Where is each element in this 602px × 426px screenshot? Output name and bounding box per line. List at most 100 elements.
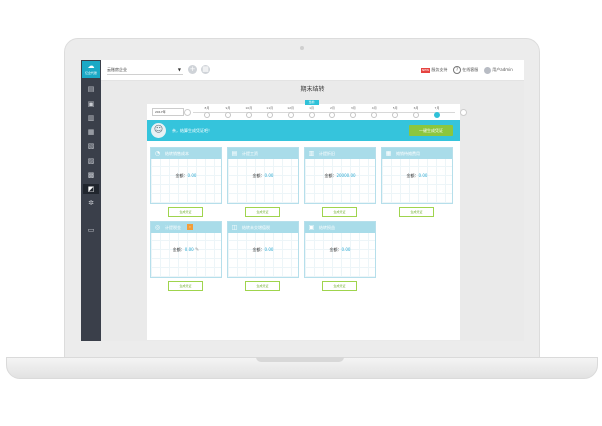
next-year-icon[interactable] bbox=[460, 109, 467, 116]
month-dot bbox=[266, 112, 273, 118]
voucher-icon[interactable]: ▣ bbox=[87, 101, 95, 108]
month-label: 12月 bbox=[287, 106, 295, 110]
card-title: 计提折旧 bbox=[319, 151, 335, 156]
card-title: 计提工资 bbox=[242, 151, 258, 156]
banner-message: 亲，结算生成凭证吧！ bbox=[172, 128, 212, 133]
carry-forward-card: ◫ 结转未交增值税金额：0.00 bbox=[227, 221, 299, 278]
online-help[interactable]: ? 在线客服 bbox=[453, 66, 478, 74]
month-label: 10月 bbox=[245, 106, 253, 110]
tax-icon: ◎ bbox=[154, 224, 161, 231]
month-5[interactable]: 12月 bbox=[281, 106, 301, 118]
month-12[interactable]: 7月 bbox=[427, 106, 447, 118]
generate-voucher-button[interactable]: 生成凭证 bbox=[168, 207, 203, 217]
depreciation-icon: ▥ bbox=[308, 150, 315, 157]
profit-loss-icon: ▣ bbox=[308, 224, 315, 231]
print-icon[interactable]: ▩ bbox=[87, 172, 95, 179]
carry-forward-card: ◎ 计提税金! 金额：0.00 ✎ bbox=[150, 221, 222, 278]
carry-forward-card: ▥ 计提折旧金额：20000.00 bbox=[304, 147, 376, 204]
month-dot bbox=[392, 112, 399, 118]
generate-voucher-button[interactable]: 生成凭证 bbox=[399, 207, 434, 217]
card-title: 结转销售成本 bbox=[165, 151, 189, 156]
user-menu[interactable]: 用户admin bbox=[484, 66, 513, 74]
chart-icon[interactable]: ▥ bbox=[87, 115, 95, 122]
company-select[interactable]: 云账房企业 ▼ bbox=[107, 66, 183, 75]
salary-icon: ▤ bbox=[231, 150, 238, 157]
generate-voucher-button[interactable]: 生成凭证 bbox=[322, 281, 357, 291]
carry-forward-card: ▦ 摊销待摊费用 金额：0.00 bbox=[381, 147, 453, 204]
app-logo[interactable]: ☁ 亿企代账 bbox=[82, 61, 100, 78]
card-amount: 金额：20000.00 bbox=[305, 172, 375, 180]
archive-icon[interactable]: ▭ bbox=[87, 227, 95, 234]
month-8[interactable]: 3月 bbox=[343, 106, 363, 118]
month-11[interactable]: 6月 bbox=[406, 106, 426, 118]
generate-voucher-button[interactable]: 生成凭证 bbox=[322, 207, 357, 217]
logo-text: 亿企代账 bbox=[84, 71, 97, 75]
main-content: 期末结转 2017年 8月 9月 10月 11月 12月 当前 1月 2月 3月 4月 5月 6月 7月… bbox=[101, 81, 524, 341]
generate-banner: ☺ 亲，结算生成凭证吧！ 一键生成凭证 bbox=[147, 120, 460, 141]
app-screen: ☁ 亿企代账 ▤ ▣ ▥ ▦ ▧ ▨ ▩ ◩ ✲ ▭ 云账房企业 ▼ + ▦ N… bbox=[81, 60, 524, 341]
amount-value[interactable]: 0.00 bbox=[265, 173, 274, 178]
month-dot bbox=[245, 112, 252, 118]
help-icon: ? bbox=[453, 66, 461, 74]
month-label: 9月 bbox=[225, 106, 231, 110]
month-4[interactable]: 11月 bbox=[260, 106, 280, 118]
laptop-notch bbox=[256, 357, 344, 362]
month-9[interactable]: 4月 bbox=[364, 106, 384, 118]
generate-voucher-button[interactable]: 生成凭证 bbox=[168, 281, 203, 291]
month-10[interactable]: 5月 bbox=[385, 106, 405, 118]
amount-value[interactable]: 0.00 bbox=[265, 247, 274, 252]
card-header: ▤ 计提工资 bbox=[228, 148, 298, 159]
month-label: 1月 bbox=[309, 106, 314, 110]
cost-icon: ◔ bbox=[154, 150, 161, 157]
card-title: 结转未交增值税 bbox=[242, 225, 270, 230]
amount-value[interactable]: 0.00 bbox=[342, 247, 351, 252]
pencil-icon[interactable]: ✎ bbox=[195, 247, 199, 253]
vat-icon: ◫ bbox=[231, 224, 238, 231]
current-month-tag: 当前 bbox=[304, 100, 319, 105]
carry-forward-card: ▣ 结转损益 金额：0.00 bbox=[304, 221, 376, 278]
online-help-label: 在线客服 bbox=[462, 67, 479, 72]
month-label: 11月 bbox=[266, 106, 274, 110]
month-dot bbox=[434, 112, 440, 118]
month-2[interactable]: 9月 bbox=[218, 106, 238, 118]
month-3[interactable]: 10月 bbox=[239, 106, 259, 118]
settings-icon[interactable]: ✲ bbox=[87, 200, 95, 207]
generate-voucher-button[interactable]: 生成凭证 bbox=[245, 207, 280, 217]
tax-icon[interactable]: ▨ bbox=[87, 158, 95, 165]
top-bar: 云账房企业 ▼ + ▦ NEW 服务支持 ? 在线客服 用户admin bbox=[101, 60, 524, 81]
month-1[interactable]: 8月 bbox=[197, 106, 217, 118]
year-picker[interactable]: 2017年 bbox=[152, 108, 184, 116]
ledger-icon[interactable]: ▦ bbox=[87, 129, 95, 136]
amount-value[interactable]: 0.00 bbox=[419, 173, 428, 178]
service-support[interactable]: NEW 服务支持 bbox=[421, 66, 447, 74]
amount-value[interactable]: 20000.00 bbox=[336, 173, 355, 178]
month-dot bbox=[371, 112, 378, 118]
month-6[interactable]: 当前 1月 bbox=[302, 100, 322, 118]
month-label: 7月 bbox=[434, 106, 440, 110]
card-title: 摊销待摊费用 bbox=[396, 151, 420, 156]
amount-value[interactable]: 0.00 bbox=[185, 247, 194, 252]
card-header: ▥ 计提折旧 bbox=[305, 148, 375, 159]
month-7[interactable]: 2月 bbox=[322, 106, 342, 118]
close-period-icon[interactable]: ◩ bbox=[83, 184, 99, 194]
user-name: 用户admin bbox=[492, 67, 513, 72]
amortize-icon: ▦ bbox=[385, 150, 392, 157]
grid-icon[interactable]: ▦ bbox=[201, 65, 210, 74]
generate-voucher-button[interactable]: 生成凭证 bbox=[245, 281, 280, 291]
amount-value[interactable]: 0.00 bbox=[188, 173, 197, 178]
card-header: ◎ 计提税金! bbox=[151, 222, 221, 233]
generate-all-button[interactable]: 一键生成凭证 bbox=[409, 125, 453, 136]
document-icon[interactable]: ▤ bbox=[87, 86, 95, 93]
cloud-icon: ☁ bbox=[87, 62, 95, 70]
prev-year-icon[interactable] bbox=[184, 109, 191, 116]
month-label: 8月 bbox=[204, 106, 210, 110]
amount-label: 金额： bbox=[175, 173, 188, 178]
month-dot bbox=[224, 112, 231, 118]
plus-icon[interactable]: + bbox=[188, 65, 197, 74]
card-header: ◔ 结转销售成本 bbox=[151, 148, 221, 159]
card-header: ▦ 摊销待摊费用 bbox=[382, 148, 452, 159]
month-label: 6月 bbox=[413, 106, 419, 110]
card-amount: 金额：0.00 bbox=[228, 246, 298, 254]
report-icon[interactable]: ▧ bbox=[87, 143, 95, 150]
amount-label: 金额： bbox=[324, 173, 337, 178]
